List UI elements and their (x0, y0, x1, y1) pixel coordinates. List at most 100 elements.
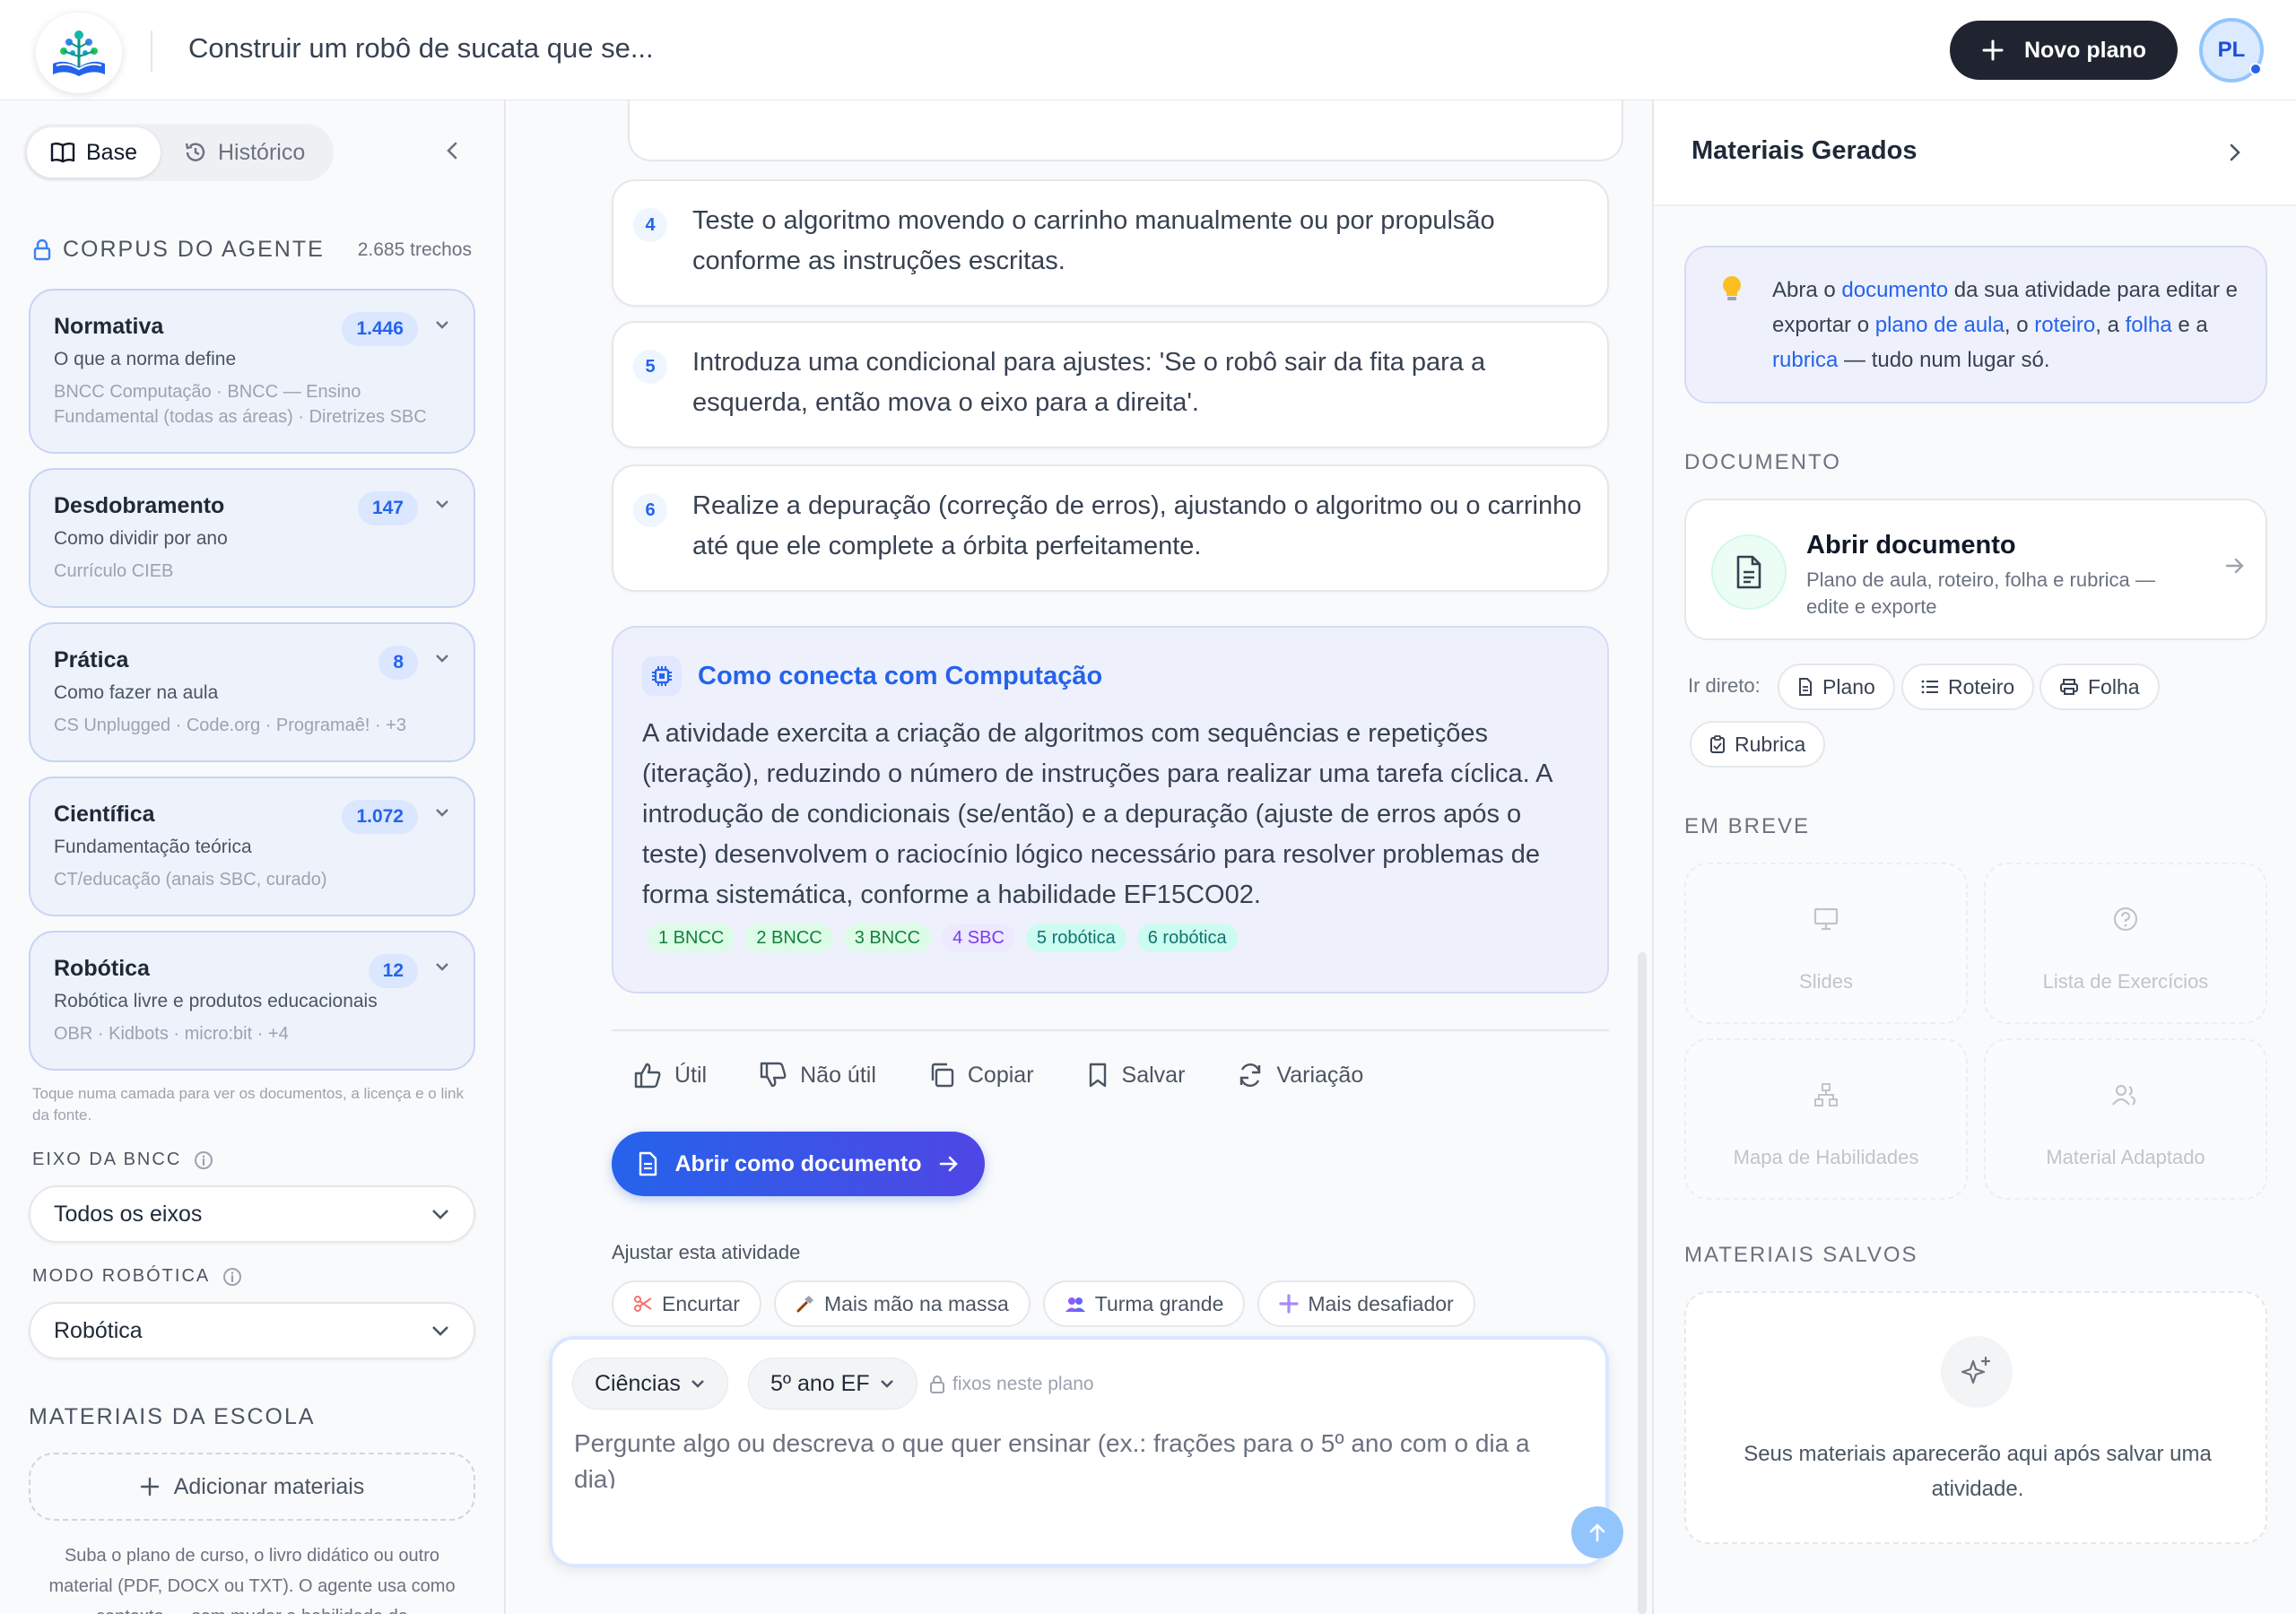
chevron-down-icon[interactable] (434, 499, 450, 509)
chevron-down-icon[interactable] (434, 653, 450, 664)
robotics-mode-select[interactable]: Robótica (29, 1302, 475, 1359)
saved-section-title: MATERIAIS SALVOS (1684, 1243, 1918, 1267)
layer-pratica[interactable]: Prática 8 Como fazer na aula CS Unplugge… (29, 622, 475, 762)
people-icon (1065, 1294, 1086, 1314)
lightbulb-icon (1720, 274, 1744, 303)
layer-cientifica[interactable]: Científica 1.072 Fundamentação teórica C… (29, 777, 475, 916)
hands-on-chip[interactable]: Mais mão na massa (773, 1280, 1031, 1327)
corpus-count: 2.685 trechos (357, 239, 472, 260)
direct-plan-label: Plano (1822, 674, 1875, 699)
step-number: 6 (633, 493, 667, 527)
layer-robotica[interactable]: Robótica 12 Robótica livre e produtos ed… (29, 931, 475, 1071)
new-plan-button[interactable]: Novo plano (1950, 21, 2178, 80)
source-tag[interactable]: 2 BNCC (745, 924, 833, 952)
chevron-down-icon[interactable] (434, 319, 450, 330)
document-icon (1711, 534, 1787, 610)
prompt-input[interactable]: Pergunte algo ou descreva o que quer ens… (574, 1426, 1578, 1488)
chevron-left-icon[interactable] (443, 140, 463, 161)
computation-title: Como conecta com Computação (698, 662, 1103, 690)
grade-select[interactable]: 5º ano EF (748, 1358, 918, 1410)
hammer-icon (796, 1294, 815, 1314)
copy-icon (928, 1062, 955, 1089)
useful-label: Útil (674, 1062, 708, 1088)
chevron-down-icon[interactable] (434, 961, 450, 972)
layer-count-badge: 1.446 (342, 312, 418, 346)
info-icon[interactable] (222, 1267, 242, 1287)
source-tag[interactable]: 6 robótica (1136, 924, 1238, 952)
open-as-document-button[interactable]: Abrir como documento (612, 1132, 985, 1196)
chevron-down-icon[interactable] (434, 807, 450, 818)
source-tag[interactable]: 3 BNCC (843, 924, 932, 952)
open-document-card[interactable]: Abrir documento Plano de aula, roteiro, … (1684, 499, 2267, 640)
layer-count-badge: 147 (357, 491, 418, 525)
layer-subtitle: Fundamentação teórica (54, 837, 252, 857)
step-text: Teste o algoritmo movendo o carrinho man… (692, 206, 1495, 275)
step-text: Realize a depuração (correção de erros),… (692, 491, 1582, 560)
right-panel: Materiais Gerados Abra o documento da su… (1652, 100, 2296, 1614)
save-label: Salvar (1121, 1062, 1186, 1088)
robotics-label-row: MODO ROBÓTICA (32, 1266, 242, 1287)
scrollbar[interactable] (1638, 952, 1647, 1614)
variation-button[interactable]: Variação (1237, 1062, 1363, 1089)
tab-base[interactable]: Base (27, 127, 161, 178)
layer-normativa[interactable]: Normativa 1.446 O que a norma define BNC… (29, 289, 475, 454)
useful-button[interactable]: Útil (633, 1062, 707, 1089)
layer-sources: Currículo CIEB (54, 561, 174, 581)
user-avatar[interactable]: PL (2199, 18, 2264, 82)
axis-select[interactable]: Todos os eixos (29, 1185, 475, 1243)
more-challenging-chip[interactable]: Mais desafiador (1257, 1280, 1475, 1327)
presentation-icon (1813, 906, 1839, 933)
link-documento[interactable]: documento (1841, 278, 1948, 302)
copy-button[interactable]: Copiar (928, 1062, 1034, 1089)
source-tag[interactable]: 4 SBC (942, 924, 1015, 952)
layer-subtitle: O que a norma define (54, 349, 237, 369)
refresh-icon (1237, 1062, 1264, 1089)
copy-label: Copiar (967, 1062, 1034, 1088)
info-icon[interactable] (194, 1150, 213, 1170)
arrow-right-icon (938, 1154, 960, 1174)
hands-on-label: Mais mão na massa (823, 1291, 1009, 1315)
fixed-note-text: fixos neste plano (952, 1374, 1094, 1394)
link-roteiro[interactable]: roteiro (2034, 313, 2095, 337)
direct-sheet-label: Folha (2088, 674, 2140, 699)
adjust-title: Ajustar esta atividade (612, 1241, 801, 1263)
direct-sheet-chip[interactable]: Folha (2039, 664, 2160, 710)
direct-plan-chip[interactable]: Plano (1778, 664, 1895, 710)
axis-label: EIXO DA BNCC (32, 1150, 182, 1169)
link-plano-de-aula[interactable]: plano de aula (1875, 313, 2005, 337)
question-circle-icon (2112, 906, 2139, 933)
source-tag[interactable]: 5 robótica (1025, 924, 1126, 952)
document-section-title: DOCUMENTO (1684, 450, 1841, 474)
tab-history[interactable]: Histórico (161, 127, 328, 178)
source-tag[interactable]: 1 BNCC (648, 924, 735, 952)
thumbs-up-icon (633, 1062, 662, 1089)
chat-composer: Ciências 5º ano EF fixos neste plano Per… (549, 1336, 1623, 1567)
app-logo[interactable] (36, 13, 122, 93)
add-materials-button[interactable]: Adicionar materiais (29, 1453, 475, 1521)
right-panel-header: Materiais Gerados (1654, 100, 2296, 206)
tab-history-label: Histórico (217, 139, 306, 165)
chip-icon (642, 656, 682, 696)
direct-script-chip[interactable]: Roteiro (1901, 664, 2035, 710)
soon-label: Material Adaptado (2046, 1146, 2205, 1168)
link-rubrica[interactable]: rubrica (1772, 348, 1838, 372)
direct-rubric-chip[interactable]: Rubrica (1690, 721, 1826, 768)
subject-select[interactable]: Ciências (572, 1358, 728, 1410)
chevron-right-icon[interactable] (2224, 142, 2244, 163)
shorten-chip[interactable]: Encurtar (612, 1280, 761, 1327)
shorten-label: Encurtar (662, 1291, 740, 1315)
large-class-chip[interactable]: Turma grande (1042, 1280, 1246, 1327)
axis-select-value: Todos os eixos (54, 1201, 203, 1227)
link-folha[interactable]: folha (2126, 313, 2172, 337)
variation-label: Variação (1276, 1062, 1364, 1088)
history-icon (184, 141, 207, 164)
send-button[interactable] (1571, 1506, 1623, 1558)
layer-desdobramento[interactable]: Desdobramento 147 Como dividir por ano C… (29, 468, 475, 608)
save-button[interactable]: Salvar (1086, 1062, 1186, 1089)
app-header: Construir um robô de sucata que se... No… (0, 0, 2296, 100)
not-useful-button[interactable]: Não útil (759, 1062, 876, 1089)
sparkles-icon (1941, 1336, 2013, 1408)
hierarchy-icon (1813, 1081, 1839, 1108)
layer-sources: OBR · Kidbots · micro:bit · +4 (54, 1024, 289, 1044)
plus-icon (1981, 39, 2005, 62)
